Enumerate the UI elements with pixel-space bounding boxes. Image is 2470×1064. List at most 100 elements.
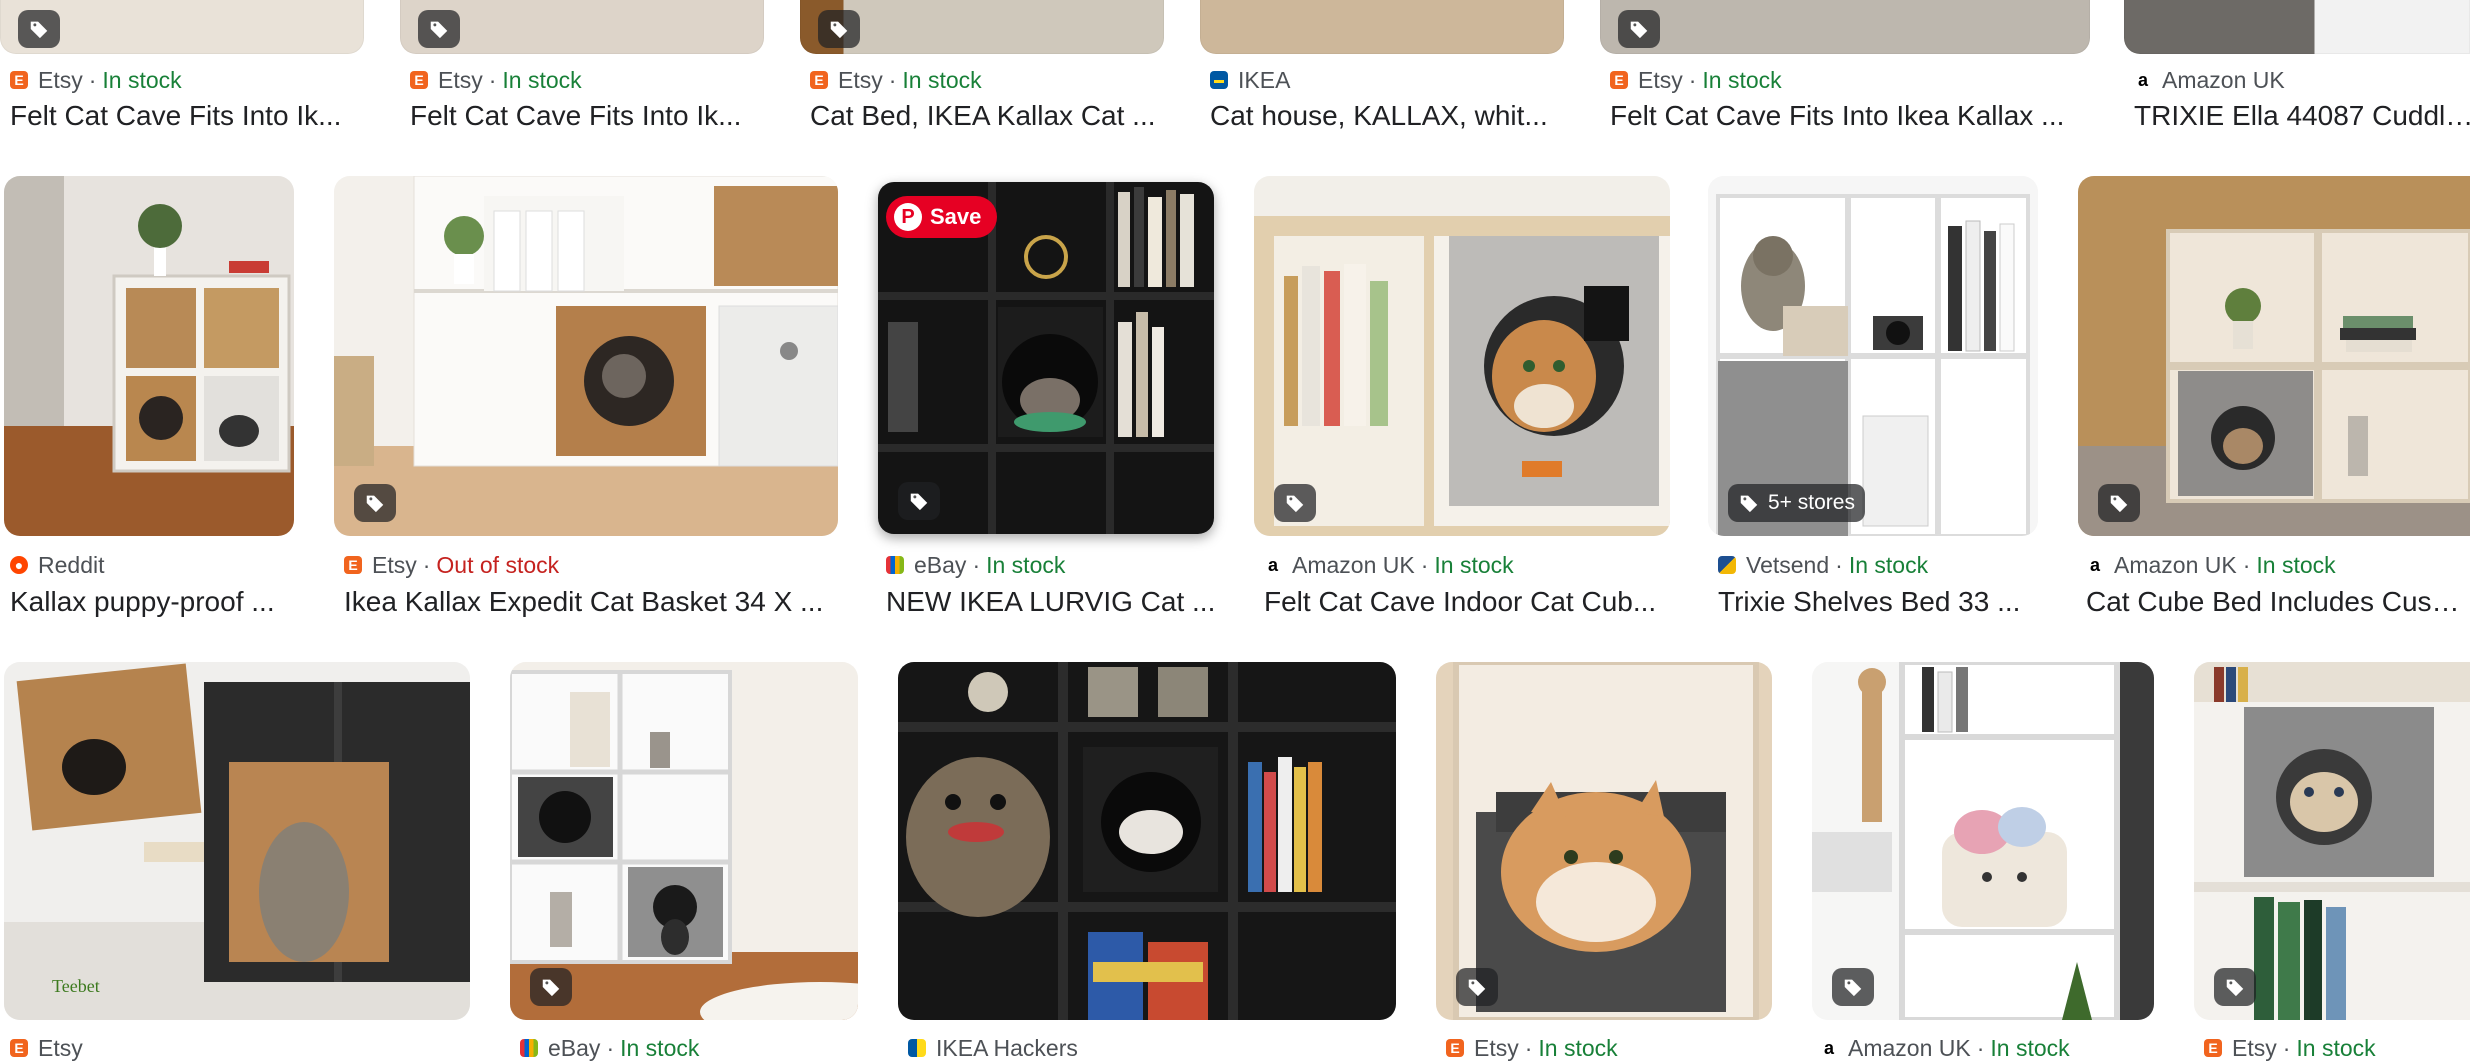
amazon-icon: a bbox=[2086, 555, 2104, 575]
result-title[interactable]: NEW IKEA LURVIG Cat ... bbox=[886, 586, 1222, 624]
source-name: Etsy bbox=[38, 1034, 83, 1061]
result-image[interactable] bbox=[1436, 662, 1772, 1020]
result-title[interactable]: Cat Bed, IKEA Kallax Cat ... bbox=[810, 100, 1160, 138]
result-card[interactable] bbox=[2194, 660, 2470, 1058]
result-title[interactable]: Felt Cat Cave Fits Into Ikea Kallax ... bbox=[1610, 100, 2090, 138]
source-name: Reddit bbox=[38, 551, 105, 578]
result-card[interactable]: a Amazon UK TRIXIE Ella 44087 Cuddly... bbox=[2124, 0, 2470, 140]
ebay-icon bbox=[886, 556, 904, 574]
etsy-icon: E bbox=[2204, 1039, 2222, 1057]
result-image[interactable] bbox=[1812, 662, 2154, 1020]
stock-status: In stock bbox=[1990, 1034, 2070, 1061]
stock-status: Out of stock bbox=[436, 551, 560, 578]
result-title[interactable]: Kallax puppy-proof ... bbox=[10, 586, 310, 624]
tag-icon bbox=[818, 10, 860, 48]
result-image[interactable] bbox=[1254, 176, 1670, 536]
tag-icon bbox=[1832, 968, 1874, 1006]
result-image[interactable] bbox=[0, 0, 364, 54]
result-card[interactable]: Teebet E Etsy bbox=[0, 660, 480, 1061]
ikea-icon: ▬ bbox=[1210, 71, 1228, 89]
tag-icon bbox=[1618, 10, 1660, 48]
result-card[interactable] bbox=[1436, 660, 1782, 1058]
result-image[interactable] bbox=[1600, 0, 2090, 54]
result-card[interactable] bbox=[1812, 660, 2162, 1058]
result-card[interactable]: E Etsy · In stock Felt Cat Cave Fits Into I… bbox=[1600, 0, 2090, 140]
svg-text:Teebet: Teebet bbox=[52, 976, 100, 996]
stock-status: In stock bbox=[102, 66, 182, 93]
etsy-icon: E bbox=[810, 71, 828, 89]
result-title[interactable]: Ikea Kallax Expedit Cat Basket 34 X ... bbox=[344, 586, 844, 624]
result-card[interactable]: E Etsy · In stock Felt Cat Cave Fits Into I… bbox=[0, 0, 364, 140]
tag-icon bbox=[1274, 484, 1316, 522]
result-card[interactable]: a Amazon UK · In stock Cat Cube Bed Include… bbox=[2078, 176, 2470, 626]
source-name: Amazon UK bbox=[1848, 1034, 1971, 1061]
result-image[interactable]: 5+ stores bbox=[1708, 176, 2038, 536]
etsy-icon: E bbox=[1446, 1039, 1464, 1057]
etsy-icon: E bbox=[10, 71, 28, 89]
source-name: Etsy bbox=[38, 66, 83, 93]
source-name: Amazon UK bbox=[1292, 551, 1415, 578]
source-name: Etsy bbox=[438, 66, 483, 93]
result-card[interactable]: E Etsy · In stock Cat Bed, IKEA Kallax Cat … bbox=[800, 0, 1164, 140]
stock-status: In stock bbox=[2296, 1034, 2376, 1061]
result-image[interactable] bbox=[1200, 0, 1564, 54]
etsy-icon: E bbox=[344, 556, 362, 574]
result-image[interactable] bbox=[4, 176, 294, 536]
result-image[interactable]: P Save bbox=[878, 182, 1214, 534]
tag-icon bbox=[898, 482, 940, 520]
result-image[interactable]: Teebet bbox=[4, 662, 470, 1020]
ikea-hackers-icon bbox=[908, 1039, 926, 1057]
result-image[interactable] bbox=[510, 662, 858, 1020]
result-image[interactable] bbox=[800, 0, 1164, 54]
stores-badge[interactable]: 5+ stores bbox=[1728, 484, 1865, 522]
tag-icon bbox=[530, 968, 572, 1006]
source-name: Etsy bbox=[2232, 1034, 2277, 1061]
source-name: IKEA Hackers bbox=[936, 1034, 1078, 1061]
result-image[interactable] bbox=[898, 662, 1396, 1020]
result-image[interactable] bbox=[400, 0, 764, 54]
result-title[interactable]: Cat house, KALLAX, whit... bbox=[1210, 100, 1560, 138]
result-card[interactable]: IKEA Hackers bbox=[898, 660, 1408, 1061]
source-name: Amazon UK bbox=[2114, 551, 2237, 578]
stock-status: In stock bbox=[986, 551, 1066, 578]
result-title[interactable]: TRIXIE Ella 44087 Cuddly... bbox=[2134, 100, 2470, 138]
tag-icon bbox=[2214, 968, 2256, 1006]
tag-icon bbox=[1456, 968, 1498, 1006]
result-card[interactable] bbox=[510, 660, 864, 1058]
vetsend-icon bbox=[1718, 556, 1736, 574]
result-image[interactable] bbox=[2194, 662, 2470, 1020]
source-name: Etsy bbox=[838, 66, 883, 93]
amazon-icon: a bbox=[2134, 70, 2152, 90]
result-card[interactable]: ● Reddit Kallax puppy-proof ... bbox=[0, 176, 310, 626]
amazon-icon: a bbox=[1820, 1038, 1838, 1058]
pinterest-save-button[interactable]: P Save bbox=[886, 196, 998, 238]
tag-icon bbox=[354, 484, 396, 522]
stock-status: In stock bbox=[1434, 551, 1514, 578]
source-name: eBay bbox=[914, 551, 967, 578]
stock-status: In stock bbox=[1848, 551, 1929, 578]
source-name: Etsy bbox=[1638, 66, 1683, 93]
result-image[interactable] bbox=[334, 176, 838, 536]
result-card[interactable]: P Save eBay · In stock NEW IKEA LURVIG Cat … bbox=[878, 176, 1228, 626]
result-image[interactable] bbox=[2078, 176, 2470, 536]
source-name: Etsy bbox=[1474, 1034, 1519, 1061]
result-title[interactable]: Trixie Shelves Bed 33 ... bbox=[1718, 586, 2038, 624]
tag-icon bbox=[418, 10, 460, 48]
result-image[interactable] bbox=[2124, 0, 2470, 54]
source-name: IKEA bbox=[1238, 66, 1291, 93]
amazon-icon: a bbox=[1264, 555, 1282, 575]
result-card[interactable]: ▬ IKEA Cat house, KALLAX, whit... bbox=[1200, 0, 1564, 140]
result-title[interactable]: Felt Cat Cave Fits Into Ik... bbox=[410, 100, 760, 138]
stock-status: In stock bbox=[1538, 1034, 1618, 1061]
result-title[interactable]: Felt Cat Cave Fits Into Ik... bbox=[10, 100, 360, 138]
etsy-icon: E bbox=[410, 71, 428, 89]
source-name: eBay bbox=[548, 1034, 601, 1061]
result-title[interactable]: Cat Cube Bed Includes Cushi... bbox=[2086, 586, 2470, 624]
result-card[interactable]: E Etsy · Out of stock Ikea Kallax Expedit C… bbox=[334, 176, 854, 626]
result-card[interactable]: E Etsy · In stock Felt Cat Cave Fits Into I… bbox=[400, 0, 764, 140]
source-name: Etsy bbox=[372, 551, 417, 578]
result-card[interactable]: a Amazon UK · In stock Felt Cat Cave Indoor… bbox=[1254, 176, 1684, 626]
result-title[interactable]: Felt Cat Cave Indoor Cat Cub... bbox=[1264, 586, 1674, 624]
source-name: Vetsend bbox=[1746, 551, 1830, 578]
result-card[interactable]: 5+ stores Vetsend · In stock Trixie Shelve… bbox=[1708, 176, 2048, 626]
